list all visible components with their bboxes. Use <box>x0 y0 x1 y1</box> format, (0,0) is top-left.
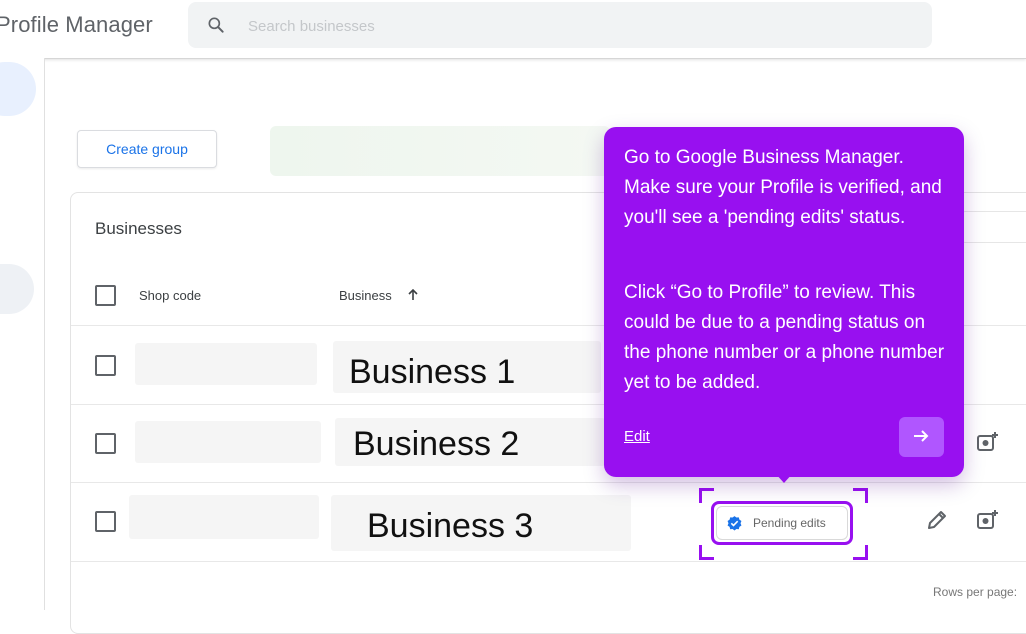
tooltip-edit-link[interactable]: Edit <box>624 428 650 445</box>
business-name: Business 1 <box>349 353 516 391</box>
row-divider <box>71 561 1026 562</box>
pending-edits-label: Pending edits <box>753 516 826 530</box>
rows-per-page-label: Rows per page: <box>933 585 1018 599</box>
row-checkbox[interactable] <box>95 511 116 532</box>
top-bar: Profile Manager <box>0 0 1026 59</box>
add-photo-icon[interactable] <box>975 508 999 532</box>
pending-edits-badge[interactable]: Pending edits <box>716 506 848 540</box>
arrow-up-icon[interactable] <box>407 289 419 301</box>
card-title: Businesses <box>95 219 182 238</box>
highlight-corner <box>853 488 868 503</box>
onboarding-tooltip: Go to Google Business Manager. Make sure… <box>604 127 964 483</box>
table-control[interactable] <box>961 211 1026 243</box>
search-bar[interactable] <box>188 2 932 48</box>
shop-code-cell <box>135 421 321 463</box>
tooltip-arrow <box>775 473 793 483</box>
filter-area <box>270 126 610 176</box>
nav-item[interactable] <box>0 264 34 314</box>
pencil-icon[interactable] <box>925 508 949 532</box>
row-checkbox[interactable] <box>95 433 116 454</box>
arrow-right-icon <box>914 430 929 442</box>
shop-code-cell <box>135 343 317 385</box>
search-input[interactable] <box>246 14 890 38</box>
left-navigation-rail <box>0 58 45 610</box>
row-checkbox[interactable] <box>95 355 116 376</box>
tooltip-next-button[interactable] <box>899 417 944 457</box>
app-title: Profile Manager <box>0 12 153 37</box>
highlight-corner <box>853 545 868 560</box>
add-photo-icon[interactable] <box>975 430 999 454</box>
business-name: Business 2 <box>353 425 520 463</box>
verified-check-icon <box>727 516 742 531</box>
search-icon <box>208 17 224 33</box>
nav-item-active[interactable] <box>0 62 36 116</box>
shop-code-cell <box>129 495 319 539</box>
tooltip-paragraph-1: Go to Google Business Manager. Make sure… <box>624 147 942 228</box>
select-all-checkbox[interactable] <box>95 285 116 306</box>
tooltip-paragraph-2: Click “Go to Profile” to review. This co… <box>624 282 945 393</box>
column-header-shop-code[interactable]: Shop code <box>139 288 201 303</box>
business-name: Business 3 <box>367 507 534 545</box>
create-group-button[interactable]: Create group <box>77 130 217 168</box>
highlight-corner <box>699 488 714 503</box>
row-divider <box>71 482 1026 483</box>
column-header-business[interactable]: Business <box>339 288 392 303</box>
highlight-corner <box>699 545 714 560</box>
